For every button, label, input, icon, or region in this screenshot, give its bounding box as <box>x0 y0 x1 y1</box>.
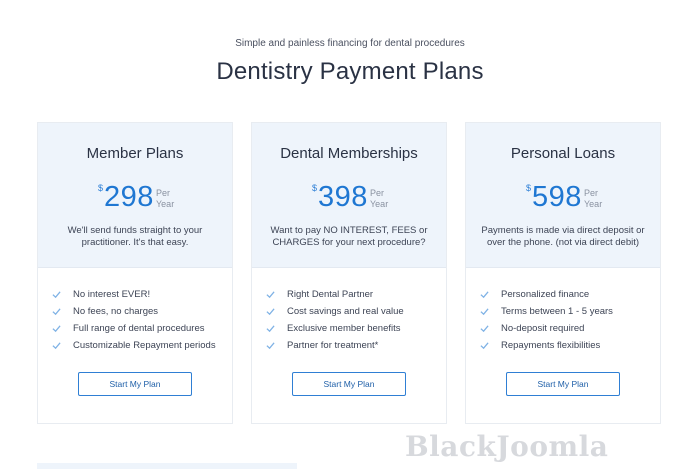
plan-card-header: Member Plans $ 298 Per Year We'll send fu… <box>38 123 232 268</box>
feature-item: No-deposit required <box>480 323 650 340</box>
plan-card-dental-memberships: Dental Memberships $ 398 Per Year Want to… <box>251 122 447 424</box>
plan-card-member-plans: Member Plans $ 298 Per Year We'll send fu… <box>37 122 233 424</box>
plan-price: $ 598 Per Year <box>466 181 660 217</box>
feature-item: Cost savings and real value <box>266 306 436 323</box>
currency-symbol: $ <box>312 183 318 193</box>
start-plan-button[interactable]: Start My Plan <box>292 372 406 396</box>
plan-name: Personal Loans <box>510 145 616 162</box>
start-plan-button[interactable]: Start My Plan <box>506 372 620 396</box>
plan-price: $ 398 Per Year <box>252 181 446 217</box>
price-amount: 598 <box>532 181 582 213</box>
feature-item: Full range of dental procedures <box>52 323 222 340</box>
currency-symbol: $ <box>526 183 532 193</box>
plan-card-personal-loans: Personal Loans $ 598 Per Year Payments is… <box>465 122 661 424</box>
next-section-edge <box>37 463 297 469</box>
feature-item: Personalized finance <box>480 289 650 306</box>
check-icon <box>266 291 275 299</box>
check-icon <box>480 342 489 350</box>
feature-item: Partner for treatment* <box>266 340 436 357</box>
plan-description: Payments is made via direct deposit or ov… <box>481 225 645 248</box>
pricing-cards: Member Plans $ 298 Per Year We'll send fu… <box>37 122 661 424</box>
check-icon <box>52 308 61 316</box>
price-amount: 298 <box>104 181 154 213</box>
plan-price: $ 298 Per Year <box>38 181 232 217</box>
start-plan-button[interactable]: Start My Plan <box>78 372 192 396</box>
feature-item: Terms between 1 - 5 years <box>480 306 650 323</box>
watermark-logo: BlackJoomla <box>405 430 609 463</box>
price-period: Per Year <box>156 188 175 209</box>
price-period: Per Year <box>584 188 603 209</box>
check-icon <box>52 291 61 299</box>
feature-list: Right Dental Partner Cost savings and re… <box>266 289 436 357</box>
plan-description: Want to pay NO INTEREST, FEES or CHARGES … <box>270 225 428 248</box>
check-icon <box>266 308 275 316</box>
plan-name: Dental Memberships <box>280 145 418 162</box>
price-period: Per Year <box>370 188 389 209</box>
check-icon <box>266 342 275 350</box>
plan-name: Member Plans <box>86 145 184 162</box>
plan-description: We'll send funds straight to your practit… <box>67 225 203 248</box>
price-amount: 398 <box>318 181 368 213</box>
check-icon <box>52 325 61 333</box>
page-title: Dentistry Payment Plans <box>216 58 484 85</box>
plan-card-header: Dental Memberships $ 398 Per Year Want to… <box>252 123 446 268</box>
currency-symbol: $ <box>98 183 104 193</box>
check-icon <box>480 291 489 299</box>
check-icon <box>480 325 489 333</box>
feature-item: No interest EVER! <box>52 289 222 306</box>
feature-item: Exclusive member benefits <box>266 323 436 340</box>
feature-list: Personalized finance Terms between 1 - 5… <box>480 289 650 357</box>
check-icon <box>480 308 489 316</box>
check-icon <box>266 325 275 333</box>
plan-card-header: Personal Loans $ 598 Per Year Payments is… <box>466 123 660 268</box>
page-subtitle: Simple and painless financing for dental… <box>235 38 465 49</box>
feature-list: No interest EVER! No fees, no charges Fu… <box>52 289 222 357</box>
feature-item: Right Dental Partner <box>266 289 436 306</box>
feature-item: Customizable Repayment periods <box>52 340 222 357</box>
feature-item: No fees, no charges <box>52 306 222 323</box>
check-icon <box>52 342 61 350</box>
feature-item: Repayments flexibilities <box>480 340 650 357</box>
